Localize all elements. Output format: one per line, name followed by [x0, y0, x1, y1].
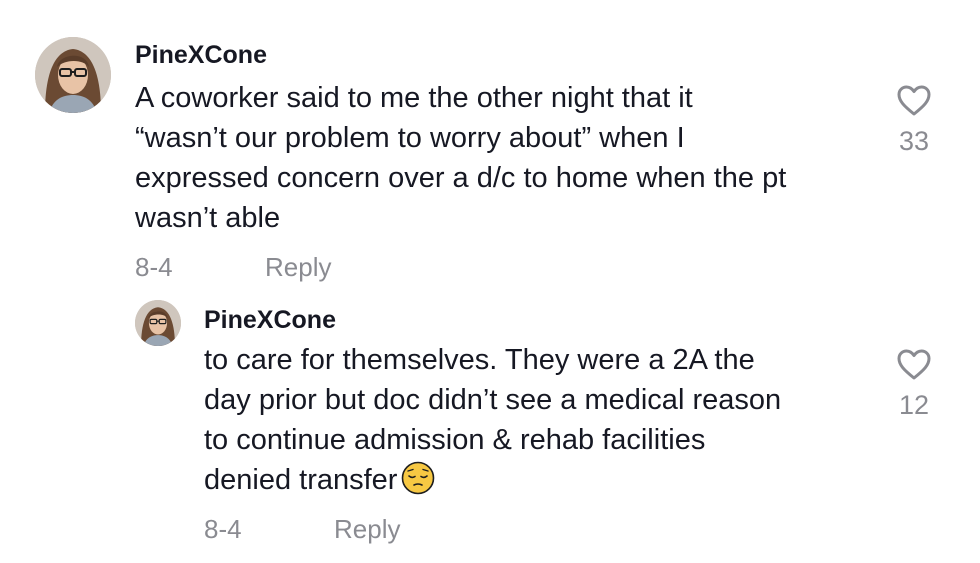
- comment-text-line: wasn’t able: [135, 202, 281, 234]
- comment-text-line: “wasn’t our problem to worry about” when…: [135, 122, 685, 154]
- comment-text-line: to care for themselves. They were a 2A t…: [204, 344, 755, 376]
- reply-button[interactable]: Reply: [334, 514, 400, 545]
- comment-text: A coworker said to me the other night th…: [135, 78, 786, 238]
- comment-text-line: to continue admission & rehab facilities: [204, 424, 706, 456]
- heart-outline-icon[interactable]: [896, 348, 932, 381]
- comment-text-line-with-emoji: denied transfer: [204, 460, 781, 500]
- comment-username[interactable]: PineXCone: [204, 306, 336, 335]
- reply-comment-item: PineXCone to care for themselves. They w…: [0, 290, 980, 563]
- user-avatar-icon: [35, 37, 111, 113]
- avatar[interactable]: [35, 37, 111, 113]
- comment-item: PineXCone A coworker said to me the othe…: [0, 0, 980, 300]
- comment-text-line: A coworker said to me the other night th…: [135, 82, 693, 114]
- pensive-face-emoji: [402, 461, 435, 495]
- comment-text: to care for themselves. They were a 2A t…: [204, 340, 781, 500]
- reply-button[interactable]: Reply: [265, 252, 331, 283]
- user-avatar-icon: [135, 300, 181, 346]
- avatar[interactable]: [135, 300, 181, 346]
- comment-date: 8-4: [204, 514, 242, 544]
- comment-date: 8-4: [135, 252, 173, 282]
- comment-text-line: denied transfer: [204, 464, 398, 496]
- heart-outline-icon[interactable]: [896, 84, 932, 117]
- like-count: 12: [898, 390, 930, 420]
- like-count: 33: [898, 126, 930, 156]
- comment-text-line: day prior but doc didn’t see a medical r…: [204, 384, 782, 416]
- comment-username[interactable]: PineXCone: [135, 41, 267, 70]
- comment-text-line: expressed concern over a d/c to home whe…: [135, 162, 787, 194]
